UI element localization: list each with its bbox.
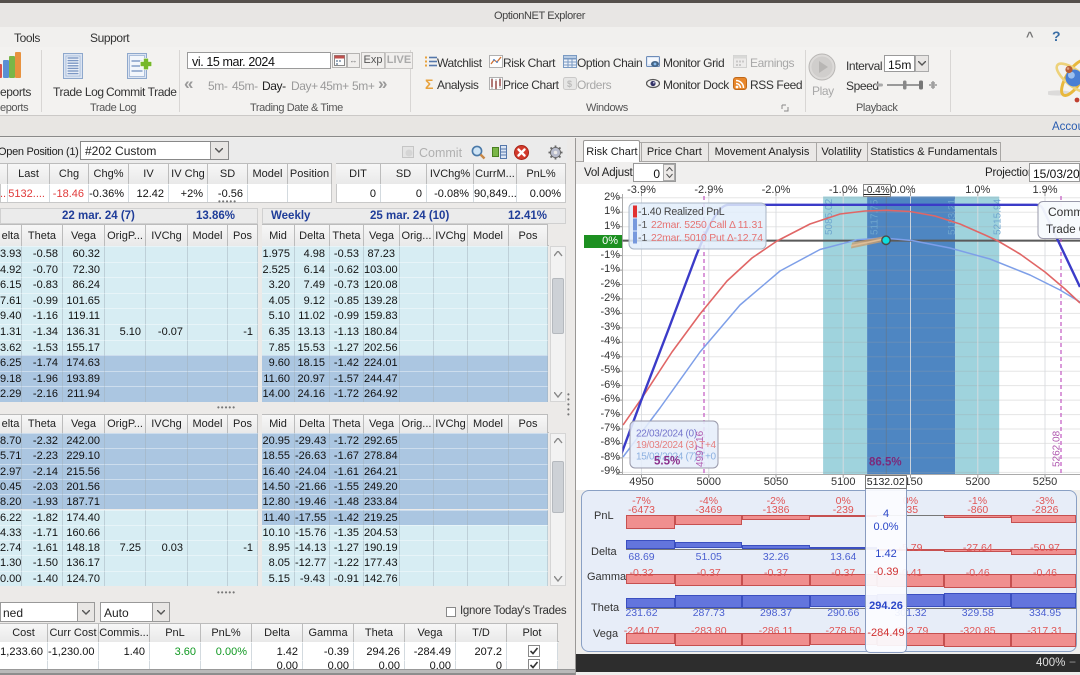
svg-text:-1: -1 [638,220,647,231]
svg-text:5.5%: 5.5% [654,456,680,468]
svg-text:-1.40 Realized PnL: -1.40 Realized PnL [638,206,725,218]
svg-text:$: $ [567,79,572,89]
svg-text:22/03/2024 (0): 22/03/2024 (0) [636,429,697,440]
svg-text:22mar. 5250 Call Δ: 22mar. 5250 Call Δ [651,220,736,231]
svg-text:-12.74: -12.74 [734,233,764,244]
svg-text:5262.08: 5262.08 [1052,430,1063,467]
svg-text:22mar. 5010 Put Δ: 22mar. 5010 Put Δ [651,233,734,244]
svg-text:Σ: Σ [425,77,433,90]
svg-text:Trade O: Trade O [1046,224,1080,236]
svg-text:-1: -1 [638,233,647,244]
svg-text:86.5%: 86.5% [869,457,902,469]
svg-text:Comme: Comme [1048,205,1080,219]
svg-text:4997.16: 4997.16 [695,430,706,467]
svg-text:11.31: 11.31 [738,220,763,231]
